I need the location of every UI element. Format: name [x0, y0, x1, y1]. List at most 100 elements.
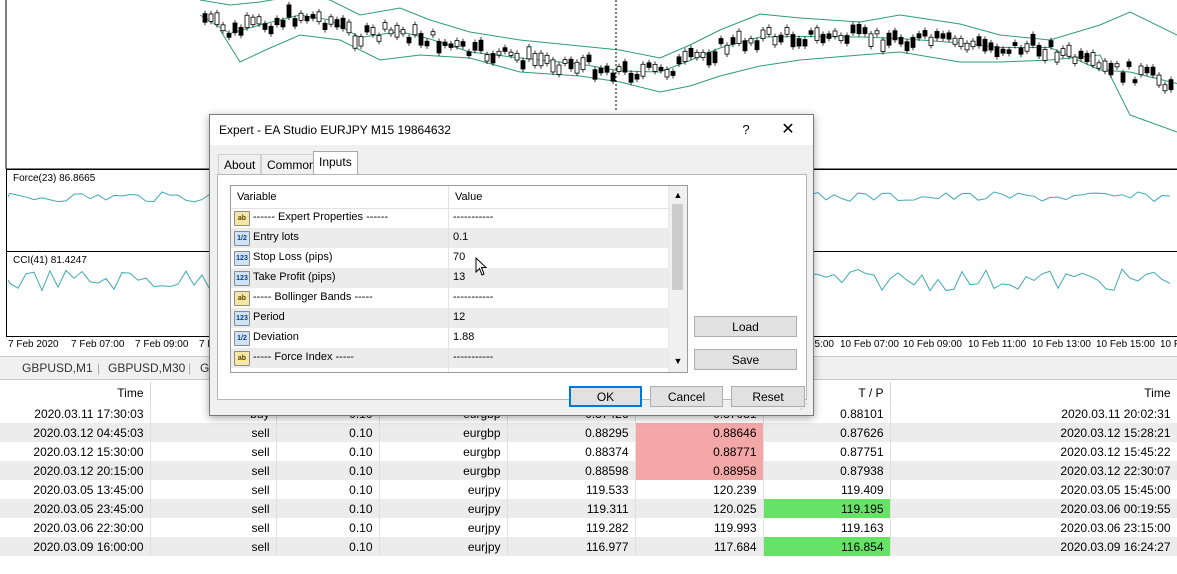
force-index-label: Force(23) 86.8665: [13, 173, 96, 184]
time-axis-label: 10 Feb 07:00: [840, 339, 899, 350]
table-row[interactable]: 2020.03.12 04:45:03 sell 0.10 eurgbp 0.88295…: [0, 423, 1177, 442]
candlestick: [532, 53, 538, 66]
table-row[interactable]: 2020.03.06 22:30:00 sell 0.10 eurjpy 119.282…: [0, 518, 1177, 537]
ok-button[interactable]: OK: [569, 386, 642, 407]
candlestick: [616, 66, 622, 72]
input-value[interactable]: 13: [453, 271, 465, 283]
candlestick: [1144, 66, 1150, 74]
grid-scrollbar[interactable]: ▲ ▼: [668, 186, 687, 372]
candlestick: [856, 24, 862, 35]
input-row[interactable]: ab ----- Force Index ----- -----------: [231, 348, 668, 368]
table-row[interactable]: 2020.03.09 16:00:00 sell 0.10 eurjpy 116.977…: [0, 537, 1177, 556]
candlestick: [286, 4, 292, 18]
scroll-up-arrow-icon[interactable]: ▲: [669, 188, 687, 202]
candlestick: [430, 31, 436, 36]
table-cell: 119.282: [507, 518, 636, 537]
table-cell: 0.88598: [507, 461, 636, 480]
reset-button[interactable]: Reset: [731, 386, 805, 407]
input-row[interactable]: 123 Take Profit (pips) 13: [231, 268, 668, 288]
inputs-grid[interactable]: Variable Value ab ------ Expert Propertie…: [230, 185, 688, 373]
input-row[interactable]: 1/2 Entry lots 0.1: [231, 228, 668, 248]
candlestick: [988, 42, 994, 51]
table-cell: 2020.03.11 17:30:03: [0, 404, 151, 423]
input-row[interactable]: ab ------ Expert Properties ------ -------…: [231, 208, 668, 228]
input-value[interactable]: 1.88: [453, 331, 474, 343]
table-row[interactable]: 2020.03.05 23:45:00 sell 0.10 eurjpy 119.311…: [0, 499, 1177, 518]
candlestick: [478, 39, 484, 52]
string-type-icon: ab: [234, 291, 250, 306]
save-button[interactable]: Save: [694, 349, 797, 370]
input-row[interactable]: ab ----- Bollinger Bands ----- -----------: [231, 288, 668, 308]
table-cell: 0.87626: [763, 423, 891, 442]
chart-tab-next[interactable]: G: [200, 361, 209, 375]
input-value[interactable]: -----------: [453, 291, 493, 303]
table-cell: 2020.03.05 13:45:00: [0, 480, 151, 499]
grid-header-variable[interactable]: Variable: [237, 191, 277, 203]
string-type-icon: ab: [234, 351, 250, 366]
close-button[interactable]: ✕: [778, 120, 798, 140]
candlestick: [898, 36, 904, 45]
candlestick: [862, 27, 868, 35]
dialog-title-bar[interactable]: Expert - EA Studio EURJPY M15 19864632 ?…: [210, 115, 813, 145]
candlestick: [1006, 49, 1012, 54]
chart-tab-gbpusd-m30[interactable]: GBPUSD,M30: [108, 361, 185, 375]
candlestick: [472, 42, 478, 51]
help-button[interactable]: ?: [739, 120, 753, 140]
table-row[interactable]: 2020.03.12 15:30:00 sell 0.10 eurgbp 0.88374…: [0, 442, 1177, 461]
candlestick: [814, 27, 820, 41]
candlestick: [394, 24, 400, 38]
bollinger-middle-line: [199, 14, 1177, 84]
scroll-thumb[interactable]: [672, 204, 683, 290]
input-variable-name: ----- Force Index -----: [253, 351, 354, 363]
tab-inputs[interactable]: Inputs: [313, 151, 358, 176]
input-value[interactable]: 70: [453, 251, 465, 263]
candlestick: [976, 36, 982, 47]
table-cell: 0.87751: [763, 442, 891, 461]
table-cell: 0.10: [276, 499, 380, 518]
candlestick: [298, 12, 304, 21]
table-cell: eurjpy: [379, 499, 508, 518]
candlestick: [730, 37, 736, 45]
candlestick: [850, 24, 856, 34]
candlestick: [766, 27, 772, 35]
load-button[interactable]: Load: [694, 316, 797, 337]
candlestick: [868, 33, 874, 47]
column-header-close-time[interactable]: Time: [890, 382, 1177, 404]
candlestick: [538, 52, 544, 67]
table-row[interactable]: 2020.03.12 20:15:00 sell 0.10 eurgbp 0.88598…: [0, 461, 1177, 480]
chart-tab-gbpusd-m1[interactable]: GBPUSD,M1: [22, 361, 93, 375]
input-value[interactable]: -----------: [453, 211, 493, 223]
candlestick: [880, 39, 886, 52]
scroll-down-arrow-icon[interactable]: ▼: [669, 354, 687, 368]
resize-grip-icon[interactable]: ⋰: [800, 402, 810, 412]
table-cell: sell: [150, 537, 277, 556]
grid-header-value[interactable]: Value: [455, 191, 482, 203]
column-divider[interactable]: [448, 186, 449, 372]
input-row[interactable]: 123 Stop Loss (pips) 70: [231, 248, 668, 268]
candlestick: [808, 30, 814, 35]
time-axis-label: 10 Feb 13:00: [1032, 339, 1091, 350]
cci-label: CCI(41) 81.4247: [13, 255, 87, 266]
candlestick: [820, 33, 826, 44]
candlestick: [442, 41, 448, 46]
candlestick: [232, 22, 238, 34]
table-cell: 119.409: [763, 480, 891, 499]
input-row[interactable]: 1/2 Deviation 1.88: [231, 328, 668, 348]
cancel-button[interactable]: Cancel: [650, 386, 723, 407]
candlestick: [250, 16, 256, 26]
candlestick: [664, 69, 670, 78]
candlestick: [772, 36, 778, 46]
tab-about[interactable]: About: [218, 154, 262, 175]
candlestick: [748, 38, 754, 44]
column-header-open-time[interactable]: Time: [0, 382, 151, 404]
input-value[interactable]: 12: [453, 311, 465, 323]
input-value[interactable]: -----------: [453, 351, 493, 363]
input-value[interactable]: 0.1: [453, 231, 468, 243]
candlestick: [496, 50, 502, 56]
candlestick: [712, 51, 718, 64]
candlestick: [382, 22, 388, 30]
input-variable-name: Deviation: [253, 331, 299, 343]
input-row[interactable]: 123 Period 12: [231, 308, 668, 328]
candlestick: [742, 40, 748, 52]
table-row[interactable]: 2020.03.05 13:45:00 sell 0.10 eurjpy 119.533…: [0, 480, 1177, 499]
